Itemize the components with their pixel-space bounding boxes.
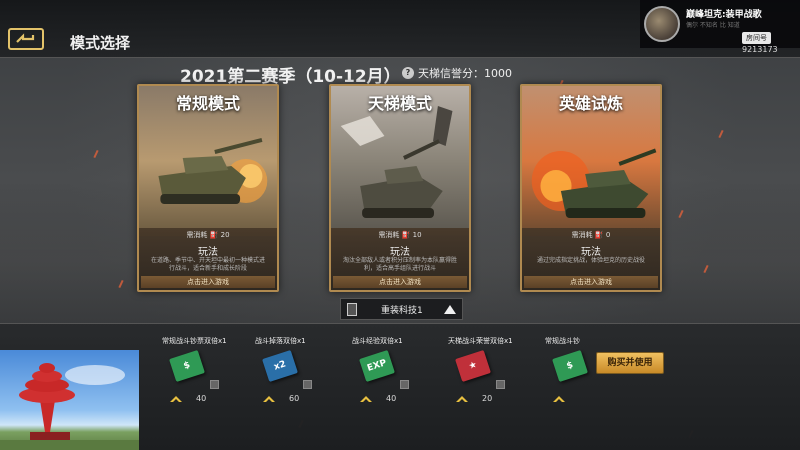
ember bbox=[718, 129, 724, 139]
fuel-icon: ⛽ bbox=[209, 231, 221, 239]
enter-game-button[interactable]: 点击进入游戏 bbox=[524, 276, 658, 288]
play-label: 玩法 bbox=[198, 247, 218, 258]
item-count: 40 bbox=[386, 394, 397, 403]
drop-card-icon: x2 bbox=[262, 349, 298, 383]
item-slot[interactable]: 战斗经验双倍x1 EXP 40 bbox=[352, 336, 432, 406]
item-checkbox[interactable] bbox=[496, 380, 505, 389]
item-count: 60 bbox=[289, 394, 300, 403]
card-info: 需消耗 ⛽ 0 玩法 通过完成指定挑战，体验坦克的历史战役 点击进入游戏 bbox=[522, 228, 660, 290]
honor-card-icon: ★ bbox=[455, 349, 491, 383]
item-name: 常规战斗钞 bbox=[545, 337, 580, 345]
expand-up-icon[interactable] bbox=[444, 305, 456, 314]
webcam-overlay bbox=[0, 350, 139, 450]
fuel-icon: ⛽ bbox=[401, 231, 413, 239]
item-count: 20 bbox=[482, 394, 493, 403]
cost-value: 0 bbox=[605, 231, 611, 239]
play-label: 玩法 bbox=[390, 247, 410, 258]
cost-value: 20 bbox=[220, 231, 230, 239]
page-title: 模式选择 bbox=[70, 34, 131, 52]
card-title: 天梯模式 bbox=[367, 94, 432, 113]
item-count: 40 bbox=[196, 394, 207, 403]
item-slot[interactable]: 常规战斗钞票双倍x1 $ 40 bbox=[162, 336, 242, 406]
item-checkbox[interactable] bbox=[303, 380, 312, 389]
document-icon bbox=[347, 303, 357, 316]
item-name: 战斗掉落双倍x1 bbox=[255, 337, 306, 345]
rank-chevron-icon bbox=[360, 396, 372, 402]
credit-badge-icon: ? bbox=[402, 67, 414, 79]
item-name: 天梯战斗荣誉双倍x1 bbox=[448, 337, 513, 345]
card-title: 英雄试炼 bbox=[558, 94, 623, 113]
mode-card-normal[interactable]: 常规模式 需消耗 ⛽ 20 玩法 在道路、季节中、开天坦中最初一种模式进行战斗，… bbox=[137, 84, 279, 292]
room-tag: 房间号 bbox=[742, 32, 771, 44]
card-info: 需消耗 ⛽ 10 玩法 淘汰全部敌人或者积分压制率为本队赢得胜利，适合高手组队进… bbox=[331, 228, 469, 290]
enter-game-button[interactable]: 点击进入游戏 bbox=[333, 276, 467, 288]
money-card-icon: $ bbox=[169, 349, 205, 383]
enter-game-button[interactable]: 点击进入游戏 bbox=[141, 276, 275, 288]
item-slot[interactable]: 战斗掉落双倍x1 x2 60 bbox=[255, 336, 335, 406]
stream-subtitle: 偶尔 不知名 比 知道 bbox=[686, 22, 740, 29]
rank-chevron-icon bbox=[263, 396, 275, 402]
cost-label: 需消耗 bbox=[378, 231, 400, 239]
item-slot[interactable]: 常规战斗钞 $ bbox=[545, 336, 595, 406]
stream-overlay: 巅峰坦克:装甲战歌 偶尔 不知名 比 知道 bbox=[640, 0, 800, 48]
ember bbox=[93, 149, 99, 159]
mode-description: 淘汰全部敌人或者积分压制率为本队赢得胜利，适合高手组队进行战斗 bbox=[342, 257, 457, 272]
money-card-icon: $ bbox=[552, 349, 588, 383]
room-id: 9213173 bbox=[742, 45, 778, 54]
card-title: 常规模式 bbox=[175, 94, 240, 113]
item-checkbox[interactable] bbox=[210, 380, 219, 389]
cost-value: 10 bbox=[412, 231, 422, 239]
rank-chevron-icon bbox=[456, 396, 468, 402]
mode-card-hero-trial[interactable]: 英雄试炼 需消耗 ⛽ 0 玩法 通过完成指定挑战，体验坦克的历史战役 点击进入游… bbox=[520, 84, 662, 292]
mode-card-ladder[interactable]: 天梯模式 需消耗 ⛽ 10 玩法 淘汰全部敌人或者积分压制率为本队赢得胜利，适合… bbox=[329, 84, 471, 292]
card-info: 需消耗 ⛽ 20 玩法 在道路、季节中、开天坦中最初一种模式进行战斗，适合新手和… bbox=[139, 228, 277, 290]
tech-label: 重装科技1 bbox=[381, 306, 423, 316]
back-arrow-icon bbox=[16, 33, 35, 43]
item-slot[interactable]: 天梯战斗荣誉双倍x1 ★ 20 bbox=[448, 336, 528, 406]
streamer-avatar bbox=[644, 6, 680, 42]
item-checkbox[interactable] bbox=[400, 380, 409, 389]
exp-card-icon: EXP bbox=[359, 349, 395, 383]
cost-row: 需消耗 ⛽ 0 bbox=[522, 230, 660, 240]
cost-label: 需消耗 bbox=[186, 231, 208, 239]
mode-description: 在道路、季节中、开天坦中最初一种模式进行战斗，适合新手和成长阶段 bbox=[150, 257, 265, 272]
mode-description: 通过完成指定挑战，体验坦克的历史战役 bbox=[536, 257, 645, 264]
stream-title: 巅峰坦克:装甲战歌 bbox=[686, 10, 762, 20]
rank-chevron-icon bbox=[170, 396, 182, 402]
ladder-credit: ? 天梯信誉分：1000 bbox=[402, 65, 512, 81]
cost-label: 需消耗 bbox=[571, 231, 593, 239]
sculpture-photo bbox=[0, 363, 139, 450]
tech-selector[interactable]: 重装科技1 bbox=[340, 298, 463, 320]
item-name: 战斗经验双倍x1 bbox=[352, 337, 403, 345]
play-label: 玩法 bbox=[581, 247, 601, 258]
back-button[interactable] bbox=[8, 28, 44, 50]
item-name: 常规战斗钞票双倍x1 bbox=[162, 337, 227, 345]
rank-chevron-icon bbox=[553, 396, 565, 402]
buy-and-use-button[interactable]: 购买并使用 bbox=[596, 352, 664, 374]
cost-row: 需消耗 ⛽ 10 bbox=[331, 230, 469, 240]
fuel-icon: ⛽ bbox=[594, 231, 606, 239]
cost-row: 需消耗 ⛽ 20 bbox=[139, 230, 277, 240]
credit-text: 天梯信誉分：1000 bbox=[418, 67, 512, 80]
